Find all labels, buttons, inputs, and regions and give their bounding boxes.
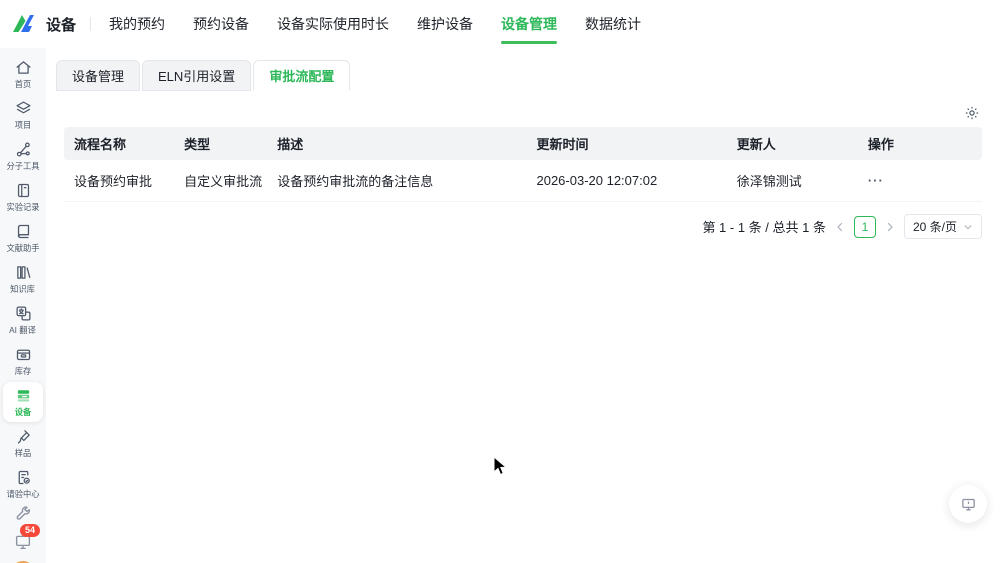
- sub-tabs: 设备管理 ELN引用设置 审批流配置: [46, 48, 1000, 91]
- clipboard-icon: [18, 470, 30, 485]
- cell-updater: 徐泽锦测试: [726, 160, 858, 202]
- nav-divider: [90, 17, 92, 31]
- sidebar-bottom-group: 54 测试: [11, 505, 41, 563]
- module-title[interactable]: 设备: [46, 14, 76, 35]
- pagination: 第 1 - 1 条 / 总共 1 条 1 20 条/页: [46, 202, 1000, 239]
- sample-dropper-icon: [17, 430, 30, 444]
- app-logo[interactable]: [0, 10, 46, 38]
- top-nav: 我的预约 预约设备 设备实际使用时长 维护设备 设备管理 数据统计: [109, 0, 669, 48]
- sidebar-item-label: 分子工具: [6, 161, 40, 171]
- notebook-icon: [17, 183, 29, 198]
- equipment-icon: [17, 390, 29, 402]
- next-page-button[interactable]: [884, 221, 896, 233]
- brand-logo-icon: [13, 15, 34, 32]
- column-header-update-time: 更新时间: [526, 127, 727, 160]
- nav-item-my-reservations[interactable]: 我的预约: [109, 0, 165, 48]
- wrench-icon: [16, 506, 31, 520]
- cell-process-name: 设备预约审批: [64, 160, 175, 202]
- sidebar-item-label: 库存: [14, 366, 32, 376]
- table-row: 设备预约审批 自定义审批流 设备预约审批流的备注信息 2026-03-20 12…: [64, 160, 982, 202]
- prev-page-button[interactable]: [834, 221, 846, 233]
- sidebar-item-equipment[interactable]: 设备: [3, 382, 43, 422]
- cell-type: 自定义审批流: [174, 160, 268, 202]
- box-icon: [16, 349, 30, 361]
- book-icon: [17, 224, 29, 239]
- sidebar-item-label: 样品: [14, 448, 32, 458]
- nav-item-maintain-equipment[interactable]: 维护设备: [417, 0, 473, 48]
- feedback-monitor-icon: [961, 498, 975, 510]
- gear-icon: [965, 106, 979, 120]
- row-more-actions-button[interactable]: ···: [868, 173, 884, 188]
- page-size-select[interactable]: 20 条/页: [903, 214, 982, 239]
- table-settings-button[interactable]: [964, 105, 980, 121]
- sidebar-item-home[interactable]: 首页: [3, 54, 43, 94]
- sidebar-item-label: 请验中心: [6, 489, 40, 499]
- column-header-process-name: 流程名称: [64, 127, 175, 160]
- cell-update-time: 2026-03-20 12:07:02: [526, 160, 727, 202]
- cell-description: 设备预约审批流的备注信息: [267, 160, 527, 202]
- sidebar-item-knowledge-base[interactable]: 知识库: [3, 259, 43, 299]
- tab-equipment-management[interactable]: 设备管理: [56, 60, 141, 91]
- sidebar-item-label: 设备: [14, 407, 32, 417]
- chevron-left-icon: [837, 222, 843, 231]
- chevron-right-icon: [887, 222, 893, 231]
- table-toolbar: [46, 91, 1000, 127]
- sidebar-item-molecule-tools[interactable]: 分子工具: [3, 136, 43, 176]
- sidebar-item-label: 实验记录: [6, 202, 40, 212]
- sidebar-item-samples[interactable]: 样品: [3, 423, 43, 463]
- nav-item-data-statistics[interactable]: 数据统计: [585, 0, 641, 48]
- molecule-icon: [16, 142, 30, 157]
- top-header: 设备 我的预约 预约设备 设备实际使用时长 维护设备 设备管理 数据统计: [0, 0, 1000, 48]
- sidebar-item-label: 知识库: [10, 284, 36, 294]
- sidebar-item-projects[interactable]: 项目: [3, 95, 43, 135]
- translate-icon: [15, 306, 31, 321]
- library-icon: [16, 266, 30, 279]
- pagination-summary: 第 1 - 1 条 / 总共 1 条: [702, 220, 826, 235]
- feedback-floating-button[interactable]: [949, 485, 987, 523]
- app-root: 设备 我的预约 预约设备 设备实际使用时长 维护设备 设备管理 数据统计 首页 …: [0, 0, 1000, 563]
- approval-flow-table: 流程名称 类型 描述 更新时间 更新人 操作 设备预约审批 自定义审批流 设备预…: [64, 127, 982, 202]
- approval-flow-table-wrap: 流程名称 类型 描述 更新时间 更新人 操作 设备预约审批 自定义审批流 设备预…: [46, 127, 1000, 202]
- sidebar-item-label: 文献助手: [6, 243, 40, 253]
- column-header-updater: 更新人: [726, 127, 858, 160]
- notification-badge: 54: [20, 524, 41, 537]
- column-header-type: 类型: [174, 127, 268, 160]
- app-sidebar: 首页 项目 分子工具 实验记录 文献助手 知识库 AI 翻译 库存 设备 样品 …: [0, 48, 46, 563]
- nav-item-equipment-management[interactable]: 设备管理: [501, 0, 558, 48]
- tab-approval-flow-config[interactable]: 审批流配置: [253, 60, 351, 91]
- tools-wrench-button[interactable]: [14, 505, 32, 523]
- main-content: 设备管理 ELN引用设置 审批流配置 流程名称 类型 描述 更新时间 更新人 操…: [46, 48, 1000, 563]
- table-header-row: 流程名称 类型 描述 更新时间 更新人 操作: [64, 127, 982, 160]
- column-header-actions: 操作: [857, 127, 982, 160]
- sidebar-item-ai-translate[interactable]: AI 翻译: [3, 300, 43, 340]
- sidebar-item-label: 首页: [14, 79, 32, 89]
- chevron-down-icon: [964, 224, 972, 229]
- nav-item-reserve-equipment[interactable]: 预约设备: [193, 0, 249, 48]
- nav-item-actual-usage[interactable]: 设备实际使用时长: [277, 0, 389, 48]
- column-header-description: 描述: [267, 127, 527, 160]
- page-size-value: 20 条/页: [912, 220, 957, 234]
- sidebar-item-inventory[interactable]: 库存: [3, 341, 43, 381]
- sidebar-item-literature-assistant[interactable]: 文献助手: [3, 218, 43, 258]
- tab-eln-reference-settings[interactable]: ELN引用设置: [142, 60, 252, 91]
- sidebar-item-experiment-records[interactable]: 实验记录: [3, 177, 43, 217]
- page-number-1[interactable]: 1: [853, 215, 876, 238]
- home-icon: [15, 61, 31, 74]
- layers-icon: [15, 101, 31, 114]
- sidebar-item-label: 项目: [14, 120, 32, 130]
- sidebar-item-inspection-center[interactable]: 请验中心: [3, 464, 43, 504]
- message-center-button[interactable]: 54: [14, 524, 41, 551]
- sidebar-item-label: AI 翻译: [9, 325, 37, 335]
